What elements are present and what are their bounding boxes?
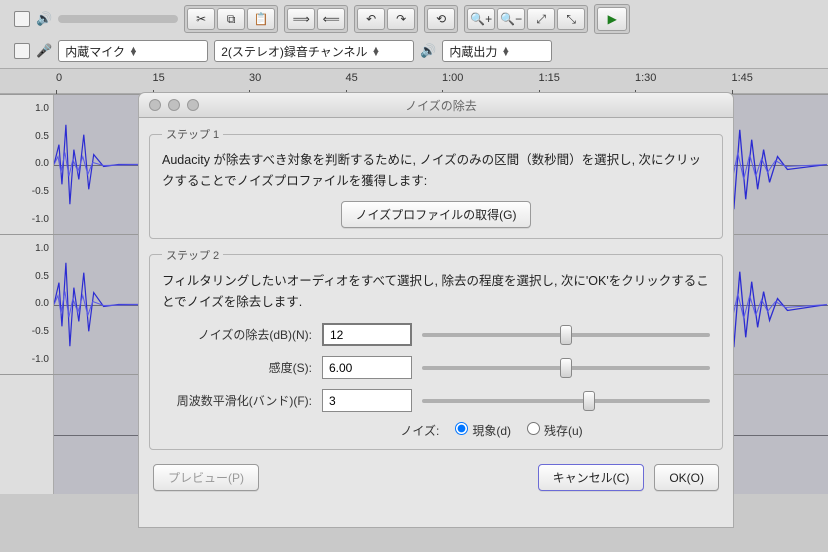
- step1-legend: ステップ 1: [162, 126, 223, 142]
- edit-toolbar: ✂ ⧉ 📋: [184, 5, 278, 33]
- zoom-in-button[interactable]: 🔍+: [467, 8, 495, 30]
- ruler-tick: 1:00: [442, 72, 463, 84]
- output-device-select[interactable]: 内蔵出力: [442, 40, 552, 62]
- silence-button[interactable]: ⟸: [317, 8, 345, 30]
- reduction-label: ノイズの除去(dB)(N):: [162, 326, 312, 343]
- zoom-sel-button[interactable]: ⤢: [527, 8, 555, 30]
- paste-button[interactable]: 📋: [247, 8, 275, 30]
- dialog-title: ノイズの除去: [199, 97, 733, 114]
- ok-button[interactable]: OK(O): [654, 464, 719, 491]
- ruler-tick: 0: [56, 72, 62, 84]
- close-icon[interactable]: [149, 99, 161, 111]
- step2-group: ステップ 2 フィルタリングしたいオーディオをすべて選択し, 除去の程度を選択し…: [149, 247, 723, 451]
- reduction-input[interactable]: [322, 323, 412, 346]
- reduction-slider[interactable]: [422, 333, 710, 337]
- cancel-button[interactable]: キャンセル(C): [538, 464, 645, 491]
- dialog-footer: プレビュー(P) キャンセル(C) OK(O): [139, 454, 733, 501]
- noise-radio-label: ノイズ:: [289, 422, 439, 439]
- step1-desc: Audacity が除去すべき対象を判断するために, ノイズのみの区間（数秒間）…: [162, 150, 710, 193]
- step2-legend: ステップ 2: [162, 247, 223, 263]
- ruler-tick: 1:45: [732, 72, 753, 84]
- radio-reduce[interactable]: 現象(d): [455, 422, 511, 439]
- minimize-icon[interactable]: [168, 99, 180, 111]
- timeline-ruler[interactable]: 0 15 30 45 1:00 1:15 1:30 1:45: [0, 68, 828, 94]
- zoom-out-button[interactable]: 🔍−: [497, 8, 525, 30]
- scale-value: -0.5: [32, 327, 49, 337]
- meter-placeholder: [58, 15, 178, 23]
- channels-select[interactable]: 2(ステレオ)録音チャンネル: [214, 40, 414, 62]
- freq-slider[interactable]: [422, 399, 710, 403]
- speaker-icon: 🔊: [36, 11, 52, 27]
- output-device-value: 内蔵出力: [449, 43, 497, 60]
- drag-handle-icon[interactable]: [14, 43, 30, 59]
- copy-button[interactable]: ⧉: [217, 8, 245, 30]
- ruler-tick: 30: [249, 72, 261, 84]
- step1-group: ステップ 1 Audacity が除去すべき対象を判断するために, ノイズのみの…: [149, 126, 723, 239]
- freq-label: 周波数平滑化(バンド)(F):: [162, 392, 312, 409]
- freq-input[interactable]: [322, 389, 412, 412]
- scale-value: 1.0: [35, 104, 49, 114]
- redo-button[interactable]: ↷: [387, 8, 415, 30]
- dialog-titlebar[interactable]: ノイズの除去: [138, 92, 734, 118]
- zoom-fit-button[interactable]: ⤡: [557, 8, 585, 30]
- preview-button[interactable]: プレビュー(P): [153, 464, 259, 491]
- scale-value: -1.0: [32, 355, 49, 365]
- microphone-icon: 🎤: [36, 43, 52, 59]
- ruler-tick: 15: [153, 72, 165, 84]
- ruler-tick: 1:15: [539, 72, 560, 84]
- scale-value: -0.5: [32, 187, 49, 197]
- scale-value: -1.0: [32, 215, 49, 225]
- channels-value: 2(ステレオ)録音チャンネル: [221, 43, 367, 60]
- main-toolbars: 🔊 ✂ ⧉ 📋 ⟹ ⟸ ↶ ↷ ⟲ 🔍+ 🔍− ⤢ ⤡ ▶ 🎤: [0, 0, 828, 94]
- play-button[interactable]: ▶: [597, 7, 627, 31]
- undo-button[interactable]: ↶: [357, 8, 385, 30]
- radio-residue[interactable]: 残存(u): [527, 422, 583, 439]
- cut-button[interactable]: ✂: [187, 8, 215, 30]
- sensitivity-label: 感度(S):: [162, 359, 312, 376]
- trim-button[interactable]: ⟹: [287, 8, 315, 30]
- drag-handle-icon[interactable]: [14, 11, 30, 27]
- scale-value: 0.5: [35, 272, 49, 282]
- input-device-select[interactable]: 内蔵マイク: [58, 40, 208, 62]
- sync-lock-button[interactable]: ⟲: [427, 8, 455, 30]
- track-scale: [0, 375, 54, 494]
- input-device-value: 内蔵マイク: [65, 43, 125, 60]
- ruler-tick: 45: [346, 72, 358, 84]
- track-scale: 1.0 0.5 0.0 -0.5 -1.0: [0, 235, 54, 374]
- sensitivity-slider[interactable]: [422, 366, 710, 370]
- scale-value: 0.0: [35, 159, 49, 169]
- track-scale: 1.0 0.5 0.0 -0.5 -1.0: [0, 95, 54, 234]
- scale-value: 1.0: [35, 244, 49, 254]
- maximize-icon[interactable]: [187, 99, 199, 111]
- scale-value: 0.0: [35, 299, 49, 309]
- sensitivity-input[interactable]: [322, 356, 412, 379]
- speaker-icon: 🔊: [420, 43, 436, 59]
- noise-removal-dialog: ノイズの除去 ステップ 1 Audacity が除去すべき対象を判断するために,…: [138, 92, 734, 552]
- get-noise-profile-button[interactable]: ノイズプロファイルの取得(G): [341, 201, 532, 228]
- step2-desc: フィルタリングしたいオーディオをすべて選択し, 除去の程度を選択し, 次に'OK…: [162, 271, 710, 314]
- scale-value: 0.5: [35, 132, 49, 142]
- ruler-tick: 1:30: [635, 72, 656, 84]
